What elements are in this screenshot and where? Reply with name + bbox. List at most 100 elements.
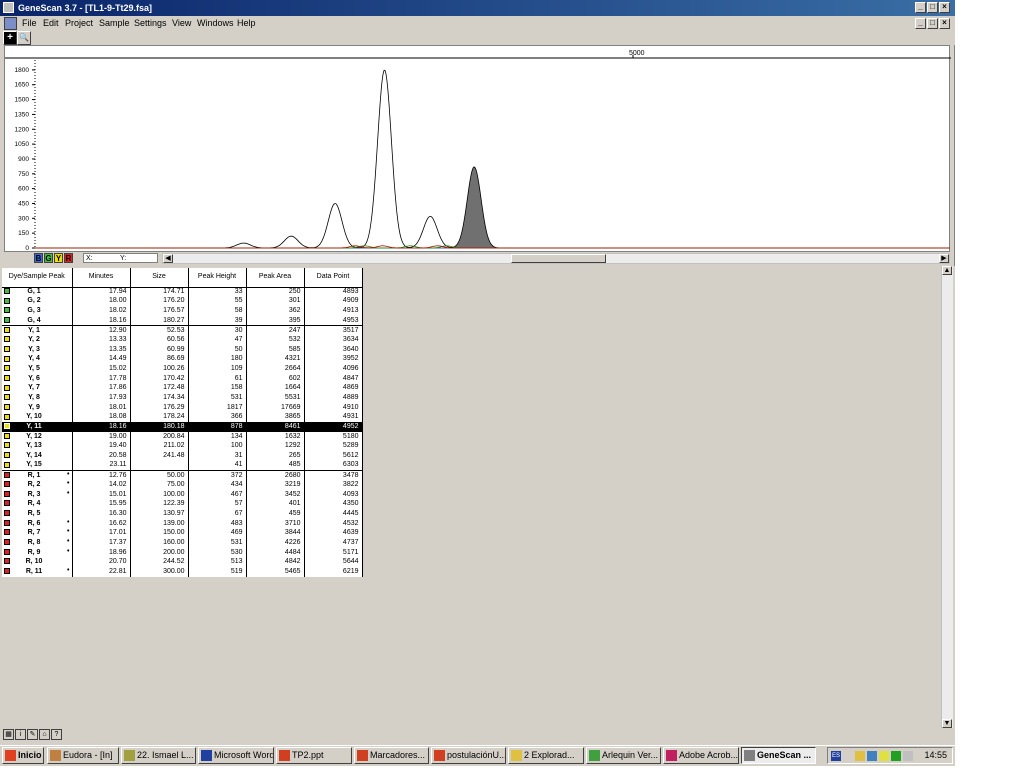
- menu-view[interactable]: View: [172, 18, 191, 28]
- taskbar-task[interactable]: 2 Explorad...: [508, 747, 584, 764]
- taskbar-task[interactable]: Marcadores...: [354, 747, 429, 764]
- peak-row[interactable]: R, 11 • 22.81 300.00 519 5465 6219: [2, 567, 363, 577]
- menu-settings[interactable]: Settings: [134, 18, 167, 28]
- tile-icon[interactable]: ▦: [3, 729, 14, 740]
- doc-close-button[interactable]: ×: [939, 18, 950, 29]
- peak-row[interactable]: G, 4 18.16 180.27 39 395 4953: [2, 315, 363, 326]
- home-icon[interactable]: ⌂: [39, 729, 50, 740]
- peak-label-cell[interactable]: Y, 7: [2, 383, 73, 394]
- peak-row[interactable]: G, 2 18.00 176.20 55 301 4909: [2, 296, 363, 307]
- peak-row[interactable]: Y, 13 19.40 211.02 100 1292 5289: [2, 441, 363, 452]
- peak-row[interactable]: R, 10 20.70 244.52 513 4842 5644: [2, 557, 363, 568]
- peak-label-cell[interactable]: R, 8 •: [2, 538, 73, 548]
- peak-row[interactable]: R, 4 15.95 122.39 57 401 4350: [2, 499, 363, 510]
- minimize-button[interactable]: _: [915, 2, 926, 13]
- peak-label-cell[interactable]: Y, 3: [2, 344, 73, 355]
- tray-network-icon[interactable]: [867, 751, 877, 761]
- taskbar-task[interactable]: TP2.ppt: [276, 747, 352, 764]
- peak-row[interactable]: R, 1 • 12.76 50.00 372 2680 3478: [2, 469, 363, 481]
- magnifier-tool-icon[interactable]: 🔍: [17, 31, 31, 45]
- scroll-right-arrow-icon[interactable]: ▶: [939, 254, 949, 263]
- tray-edit-icon[interactable]: [855, 751, 865, 761]
- peak-label-cell[interactable]: Y, 14: [2, 451, 73, 461]
- peak-row[interactable]: R, 8 • 17.37 160.00 531 4226 4737: [2, 538, 363, 548]
- menu-edit[interactable]: Edit: [43, 18, 59, 28]
- taskbar-task[interactable]: Adobe Acrob...: [663, 747, 739, 764]
- peak-label-cell[interactable]: R, 7 •: [2, 528, 73, 539]
- peak-row[interactable]: Y, 8 17.93 174.34 531 5531 4889: [2, 393, 363, 403]
- tray-note-icon[interactable]: [879, 751, 889, 761]
- taskbar-task[interactable]: 22. Ismael L...: [121, 747, 196, 764]
- horizontal-scroll-thumb[interactable]: [511, 254, 606, 263]
- col-header-minutes[interactable]: Minutes: [72, 268, 131, 288]
- dye-button-r[interactable]: R: [64, 253, 73, 263]
- peak-label-cell[interactable]: Y, 8: [2, 393, 73, 403]
- peak-label-cell[interactable]: Y, 1: [2, 325, 73, 336]
- menu-project[interactable]: Project: [65, 18, 93, 28]
- peak-label-cell[interactable]: Y, 12: [2, 431, 73, 442]
- scroll-down-arrow-icon[interactable]: ▼: [942, 719, 952, 728]
- peak-label-cell[interactable]: G, 1: [2, 287, 73, 297]
- scroll-left-arrow-icon[interactable]: ◀: [163, 254, 173, 263]
- peak-label-cell[interactable]: Y, 5: [2, 364, 73, 374]
- peak-label-cell[interactable]: R, 6 •: [2, 518, 73, 529]
- peak-label-cell[interactable]: Y, 10: [2, 412, 73, 423]
- peak-row[interactable]: Y, 1 12.90 52.53 30 247 3517: [2, 325, 363, 336]
- peak-row[interactable]: Y, 12 19.00 200.84 134 1632 5180: [2, 431, 363, 442]
- electropherogram-plot[interactable]: 5000 0 150 300 450 600 750 900 1050 1200 1350 1500…: [4, 45, 951, 252]
- peak-label-cell[interactable]: Y, 4: [2, 354, 73, 365]
- peak-row[interactable]: Y, 5 15.02 100.26 109 2664 4096: [2, 364, 363, 374]
- peak-row[interactable]: Y, 6 17.78 170.42 61 602 4847: [2, 373, 363, 384]
- peak-label-cell[interactable]: R, 2 •: [2, 480, 73, 490]
- language-indicator[interactable]: ES: [831, 751, 841, 761]
- dye-button-g[interactable]: G: [44, 253, 53, 263]
- info-icon[interactable]: i: [15, 729, 26, 740]
- doc-minimize-button[interactable]: _: [915, 18, 926, 29]
- peak-label-cell[interactable]: Y, 15: [2, 460, 73, 471]
- peak-label-cell[interactable]: G, 3: [2, 306, 73, 316]
- dye-button-b[interactable]: B: [34, 253, 43, 263]
- doc-restore-button[interactable]: □: [927, 18, 938, 29]
- menu-sample[interactable]: Sample: [99, 18, 130, 28]
- taskbar-task[interactable]: Eudora - [In]: [47, 747, 119, 764]
- peak-label-cell[interactable]: R, 11 •: [2, 567, 73, 577]
- peak-row[interactable]: R, 9 • 18.96 200.00 530 4484 5171: [2, 547, 363, 558]
- peak-label-cell[interactable]: G, 4: [2, 315, 73, 326]
- peak-row[interactable]: Y, 9 18.01 176.29 1817 17669 4910: [2, 402, 363, 413]
- menu-file[interactable]: File: [22, 18, 37, 28]
- help-icon[interactable]: ?: [51, 729, 62, 740]
- scroll-up-arrow-icon[interactable]: ▲: [942, 266, 952, 275]
- taskbar-task[interactable]: GeneScan ...: [741, 747, 816, 764]
- peak-row[interactable]: Y, 11 18.16 180.18 878 8461 4952: [2, 422, 363, 432]
- peak-row[interactable]: Y, 15 23.11 41 485 6303: [2, 460, 363, 471]
- maximize-button[interactable]: □: [927, 2, 938, 13]
- peak-label-cell[interactable]: R, 1 •: [2, 469, 73, 481]
- document-icon[interactable]: [4, 17, 17, 30]
- col-header-peak-area[interactable]: Peak Area: [246, 268, 305, 288]
- close-button[interactable]: ×: [939, 2, 950, 13]
- peak-label-cell[interactable]: R, 4: [2, 499, 73, 510]
- peak-row[interactable]: G, 1 17.94 174.71 33 250 4893: [2, 287, 363, 297]
- tray-green-icon[interactable]: [891, 751, 901, 761]
- start-button[interactable]: Inicio: [2, 747, 44, 764]
- peak-row[interactable]: Y, 4 14.49 86.69 180 4321 3952: [2, 354, 363, 365]
- menu-windows[interactable]: Windows: [197, 18, 234, 28]
- peak-label-cell[interactable]: R, 10: [2, 557, 73, 568]
- peak-row[interactable]: R, 7 • 17.01 150.00 469 3844 4639: [2, 528, 363, 539]
- peak-row[interactable]: Y, 3 13.35 60.99 50 585 3640: [2, 344, 363, 355]
- peak-row[interactable]: Y, 10 18.08 178.24 366 3865 4931: [2, 412, 363, 423]
- pencil-icon[interactable]: ✎: [27, 729, 38, 740]
- peak-row[interactable]: R, 2 • 14.02 75.00 434 3219 3822: [2, 480, 363, 490]
- peak-label-cell[interactable]: Y, 13: [2, 441, 73, 452]
- peak-label-cell[interactable]: Y, 11: [2, 422, 73, 432]
- peak-label-cell[interactable]: Y, 6: [2, 373, 73, 384]
- col-header-peak-height[interactable]: Peak Height: [188, 268, 247, 288]
- peak-label-cell[interactable]: R, 5: [2, 509, 73, 519]
- tray-speaker-icon[interactable]: [903, 751, 913, 761]
- peak-label-cell[interactable]: Y, 9: [2, 402, 73, 413]
- taskbar-task[interactable]: Microsoft Word: [198, 747, 274, 764]
- col-header-data-point[interactable]: Data Point: [304, 268, 363, 288]
- vertical-scrollbar[interactable]: ▲ ▼: [941, 266, 953, 728]
- peak-row[interactable]: G, 3 18.02 176.57 58 362 4913: [2, 306, 363, 316]
- crosshair-tool-icon[interactable]: +: [3, 31, 17, 45]
